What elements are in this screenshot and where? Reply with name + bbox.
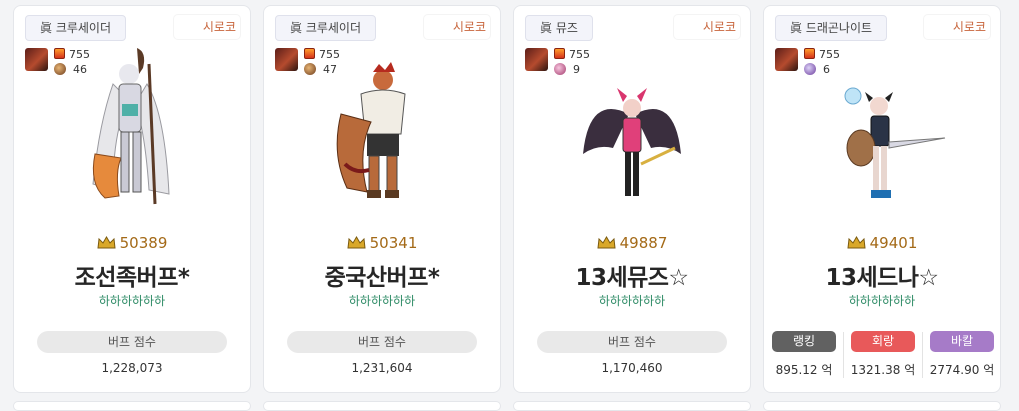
character-card[interactable]: 眞 크루세이더 시로코 755 46 50389 조선족버프* 하하하하하하 버… [13, 5, 251, 393]
fame-score: 49887 [514, 234, 750, 252]
buff-score-label: 버프 점수 [37, 331, 227, 353]
crown-icon [847, 236, 866, 249]
character-image [567, 44, 697, 210]
fame-value: 49887 [619, 234, 668, 252]
class-portrait-icon [25, 48, 48, 71]
buff-score-value: 1,228,073 [101, 361, 163, 375]
damage-value-corridor: 1321.38 억 [850, 363, 916, 377]
buff-score-value: 1,170,460 [601, 361, 663, 375]
guild-name: 하하하하하하 [98, 294, 166, 308]
fire-icon [54, 48, 65, 59]
character-name[interactable]: 조선족버프* [14, 258, 250, 292]
character-name[interactable]: 중국산버프* [264, 258, 500, 292]
server-tag: 시로코 [924, 15, 990, 39]
creature-icon [804, 63, 816, 75]
creature-icon [304, 63, 316, 75]
divider [843, 332, 844, 378]
character-name[interactable]: 13세뮤즈☆ [514, 258, 750, 292]
crown-icon [347, 236, 366, 249]
damage-value-bakal: 2774.90 억 [929, 363, 995, 377]
character-card-partial[interactable] [763, 401, 1001, 411]
damage-badge-bakal[interactable]: 바칼 [930, 331, 994, 352]
guild-name: 하하하하하하 [348, 294, 416, 308]
class-tag: 眞 드래곤나이트 [775, 15, 888, 41]
buff-score-label: 버프 점수 [287, 331, 477, 353]
buff-score-value: 1,231,604 [351, 361, 413, 375]
class-portrait-icon [775, 48, 798, 71]
fire-icon [554, 48, 565, 59]
guild-name: 하하하하하하 [848, 294, 916, 308]
server-tag: 시로코 [674, 15, 740, 39]
fame-score: 50389 [14, 234, 250, 252]
fire-icon [804, 48, 815, 59]
damage-value-ranking: 895.12 억 [775, 363, 833, 377]
server-tag: 시로코 [424, 15, 490, 39]
crown-icon [597, 236, 616, 249]
class-tag: 眞 크루세이더 [275, 15, 377, 41]
character-card[interactable]: 眞 뮤즈 시로코 755 9 49887 13세뮤즈☆ 하하하하하하 버프 점수… [513, 5, 751, 393]
class-portrait-icon [525, 48, 548, 71]
character-card-partial[interactable] [13, 401, 251, 411]
character-card[interactable]: 眞 드래곤나이트 시로코 755 6 49401 13세드나☆ 하하하하하하 랭… [763, 5, 1001, 393]
character-card-partial[interactable] [513, 401, 751, 411]
guild-name: 하하하하하하 [598, 294, 666, 308]
class-tag: 眞 뮤즈 [525, 15, 593, 41]
damage-badge-ranking[interactable]: 랭킹 [772, 331, 836, 352]
fame-value: 50389 [119, 234, 168, 252]
divider [922, 332, 923, 378]
buff-score-label: 버프 점수 [537, 331, 727, 353]
character-image [67, 44, 197, 210]
damage-badge-corridor[interactable]: 회랑 [851, 331, 915, 352]
class-portrait-icon [275, 48, 298, 71]
crown-icon [97, 236, 116, 249]
creature-icon [54, 63, 66, 75]
fame-score: 50341 [264, 234, 500, 252]
character-name[interactable]: 13세드나☆ [764, 258, 1000, 292]
creature-icon [554, 63, 566, 75]
character-card[interactable]: 眞 크루세이더 시로코 755 47 50341 중국산버프* 하하하하하하 버… [263, 5, 501, 393]
server-tag: 시로코 [174, 15, 240, 39]
fire-icon [304, 48, 315, 59]
character-image [317, 44, 447, 210]
character-image [817, 44, 947, 210]
character-card-partial[interactable] [263, 401, 501, 411]
fame-value: 50341 [369, 234, 418, 252]
class-tag: 眞 크루세이더 [25, 15, 127, 41]
fame-score: 49401 [764, 234, 1000, 252]
fame-value: 49401 [869, 234, 918, 252]
